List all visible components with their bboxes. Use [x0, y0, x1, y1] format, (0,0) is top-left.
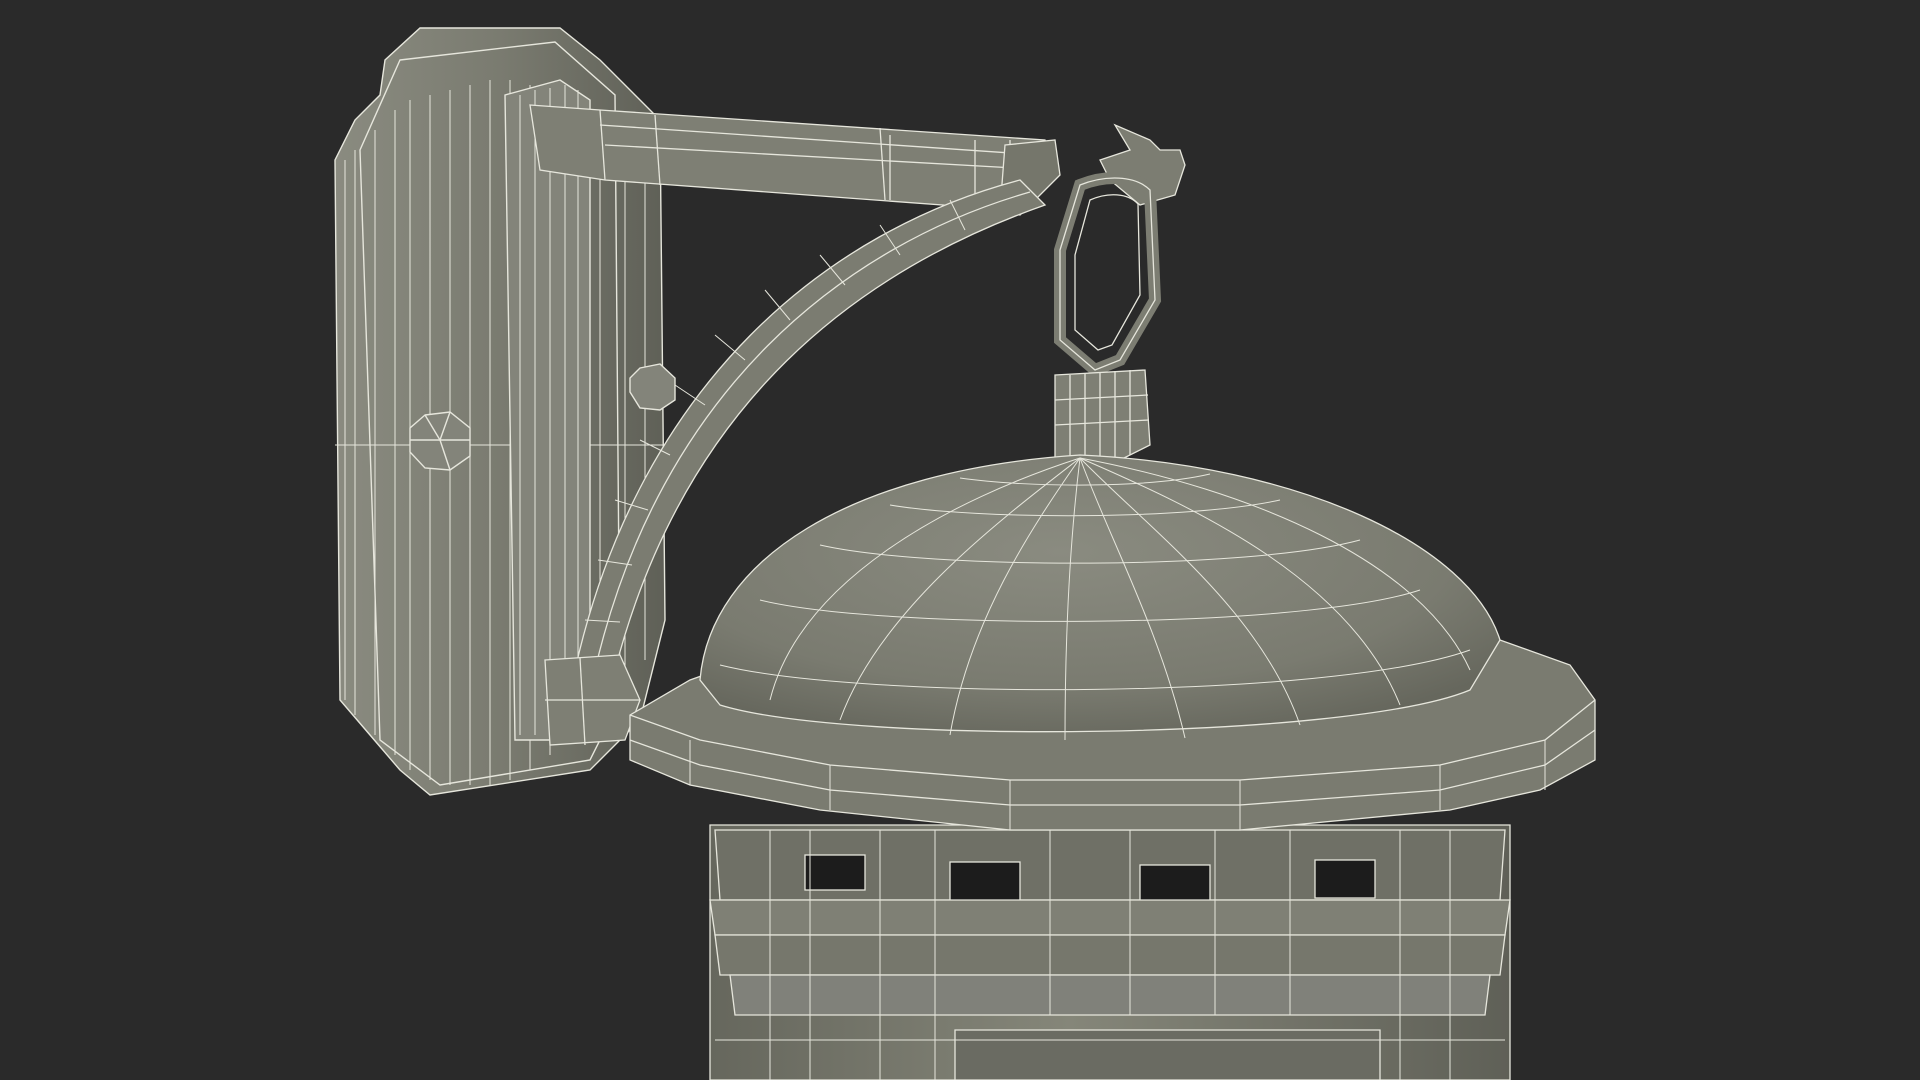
lantern-body: [709, 824, 1511, 1080]
lantern-model: [334, 27, 1596, 1080]
render-viewport: [0, 0, 1920, 1080]
bolt-right: [629, 363, 676, 411]
hanging-hook: [1054, 123, 1186, 466]
bolt-left: [409, 411, 471, 471]
dome-cap: [699, 454, 1501, 741]
